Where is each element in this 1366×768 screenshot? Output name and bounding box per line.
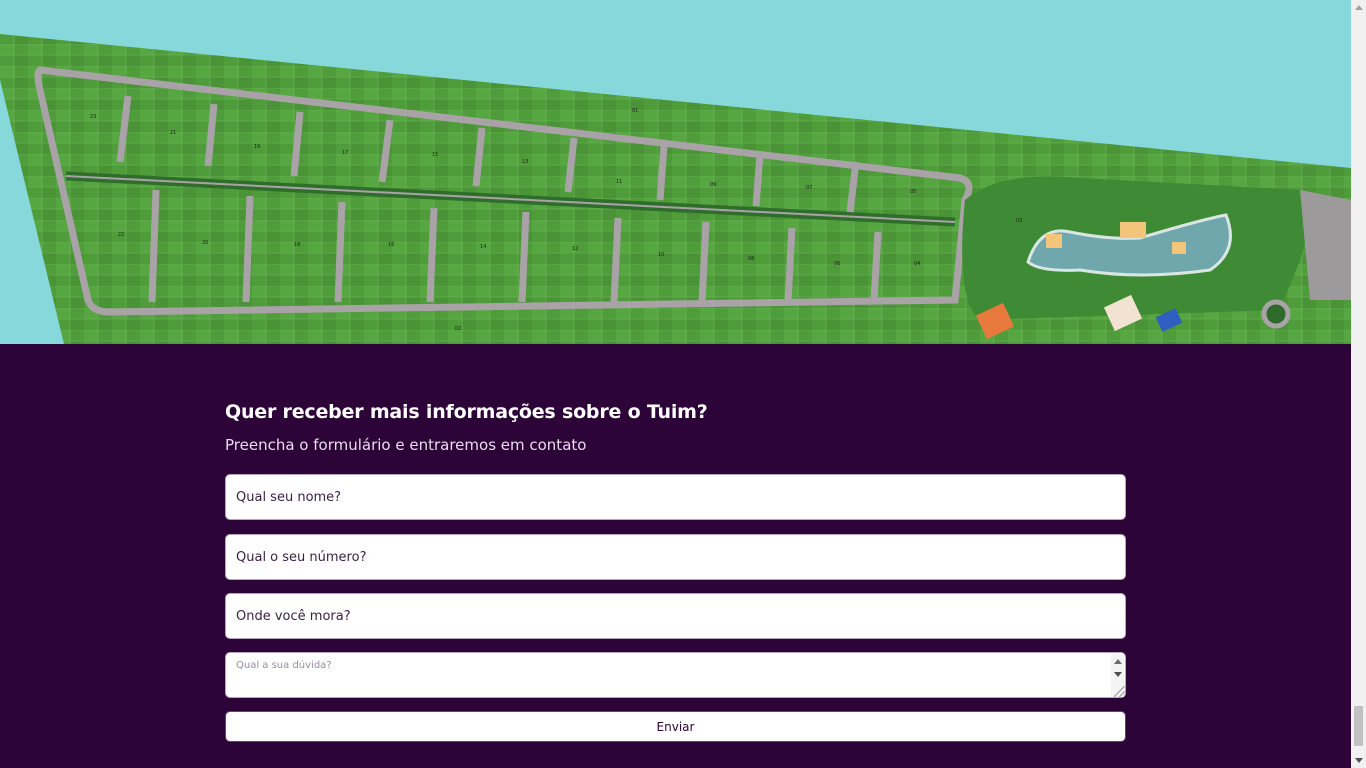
building <box>1120 222 1146 238</box>
building <box>1046 234 1062 248</box>
name-input[interactable] <box>225 474 1126 520</box>
lot-number-label: 23 <box>90 114 96 120</box>
lot-number-label: 01 <box>632 108 638 114</box>
lot-number-label: 17 <box>342 150 348 156</box>
question-textarea-wrapper <box>225 652 1126 698</box>
scroll-up-icon[interactable] <box>1114 659 1122 664</box>
contact-subtitle: Preencha o formulário e entraremos em co… <box>225 436 587 454</box>
scroll-down-icon[interactable] <box>1355 758 1363 763</box>
scroll-down-icon[interactable] <box>1114 672 1122 677</box>
lot-number-label: 03 <box>1016 218 1022 224</box>
page-scrollbar[interactable] <box>1351 0 1366 768</box>
page: 23 21 19 17 15 13 11 09 07 05 22 20 18 16 14 12 10 08 06 04… <box>0 0 1351 768</box>
scrollbar-thumb[interactable] <box>1354 706 1363 746</box>
contact-title: Quer receber mais informações sobre o Tu… <box>225 401 708 423</box>
lot-number-label: 05 <box>910 189 916 195</box>
lot-number-label: 11 <box>616 179 622 185</box>
lot-number-label: 07 <box>806 185 812 191</box>
lot-number-label: 16 <box>388 242 394 248</box>
lot-number-label: 22 <box>118 232 124 238</box>
question-textarea[interactable] <box>226 653 1111 697</box>
lot-number-label: 12 <box>572 246 578 252</box>
lot-number-label: 13 <box>522 159 528 165</box>
lot-number-label: 18 <box>294 242 300 248</box>
lot-number-label: 15 <box>432 152 438 158</box>
phone-input[interactable] <box>225 534 1126 580</box>
city-input[interactable] <box>225 593 1126 639</box>
building <box>1172 242 1186 254</box>
submit-button[interactable]: Enviar <box>225 711 1126 742</box>
lot-number-label: 04 <box>914 261 920 267</box>
lot-number-label: 02 <box>455 326 461 332</box>
roundabout <box>1261 299 1291 329</box>
scroll-up-icon[interactable] <box>1355 5 1363 10</box>
lot-number-label: 19 <box>254 144 260 150</box>
contact-section: Quer receber mais informações sobre o Tu… <box>225 398 1126 742</box>
lot-number-label: 20 <box>202 240 208 246</box>
lot-number-label: 06 <box>834 261 840 267</box>
masterplan-image: 23 21 19 17 15 13 11 09 07 05 22 20 18 16 14 12 10 08 06 04… <box>0 34 1351 344</box>
lot-number-label: 14 <box>480 244 486 250</box>
resize-grip-icon[interactable] <box>1114 686 1125 697</box>
masterplan-map: 23 21 19 17 15 13 11 09 07 05 22 20 18 16 14 12 10 08 06 04… <box>0 0 1351 344</box>
lot-number-label: 09 <box>710 182 716 188</box>
lot-number-label: 10 <box>658 252 664 258</box>
lot-number-label: 08 <box>748 256 754 262</box>
lot-number-label: 21 <box>170 130 176 136</box>
